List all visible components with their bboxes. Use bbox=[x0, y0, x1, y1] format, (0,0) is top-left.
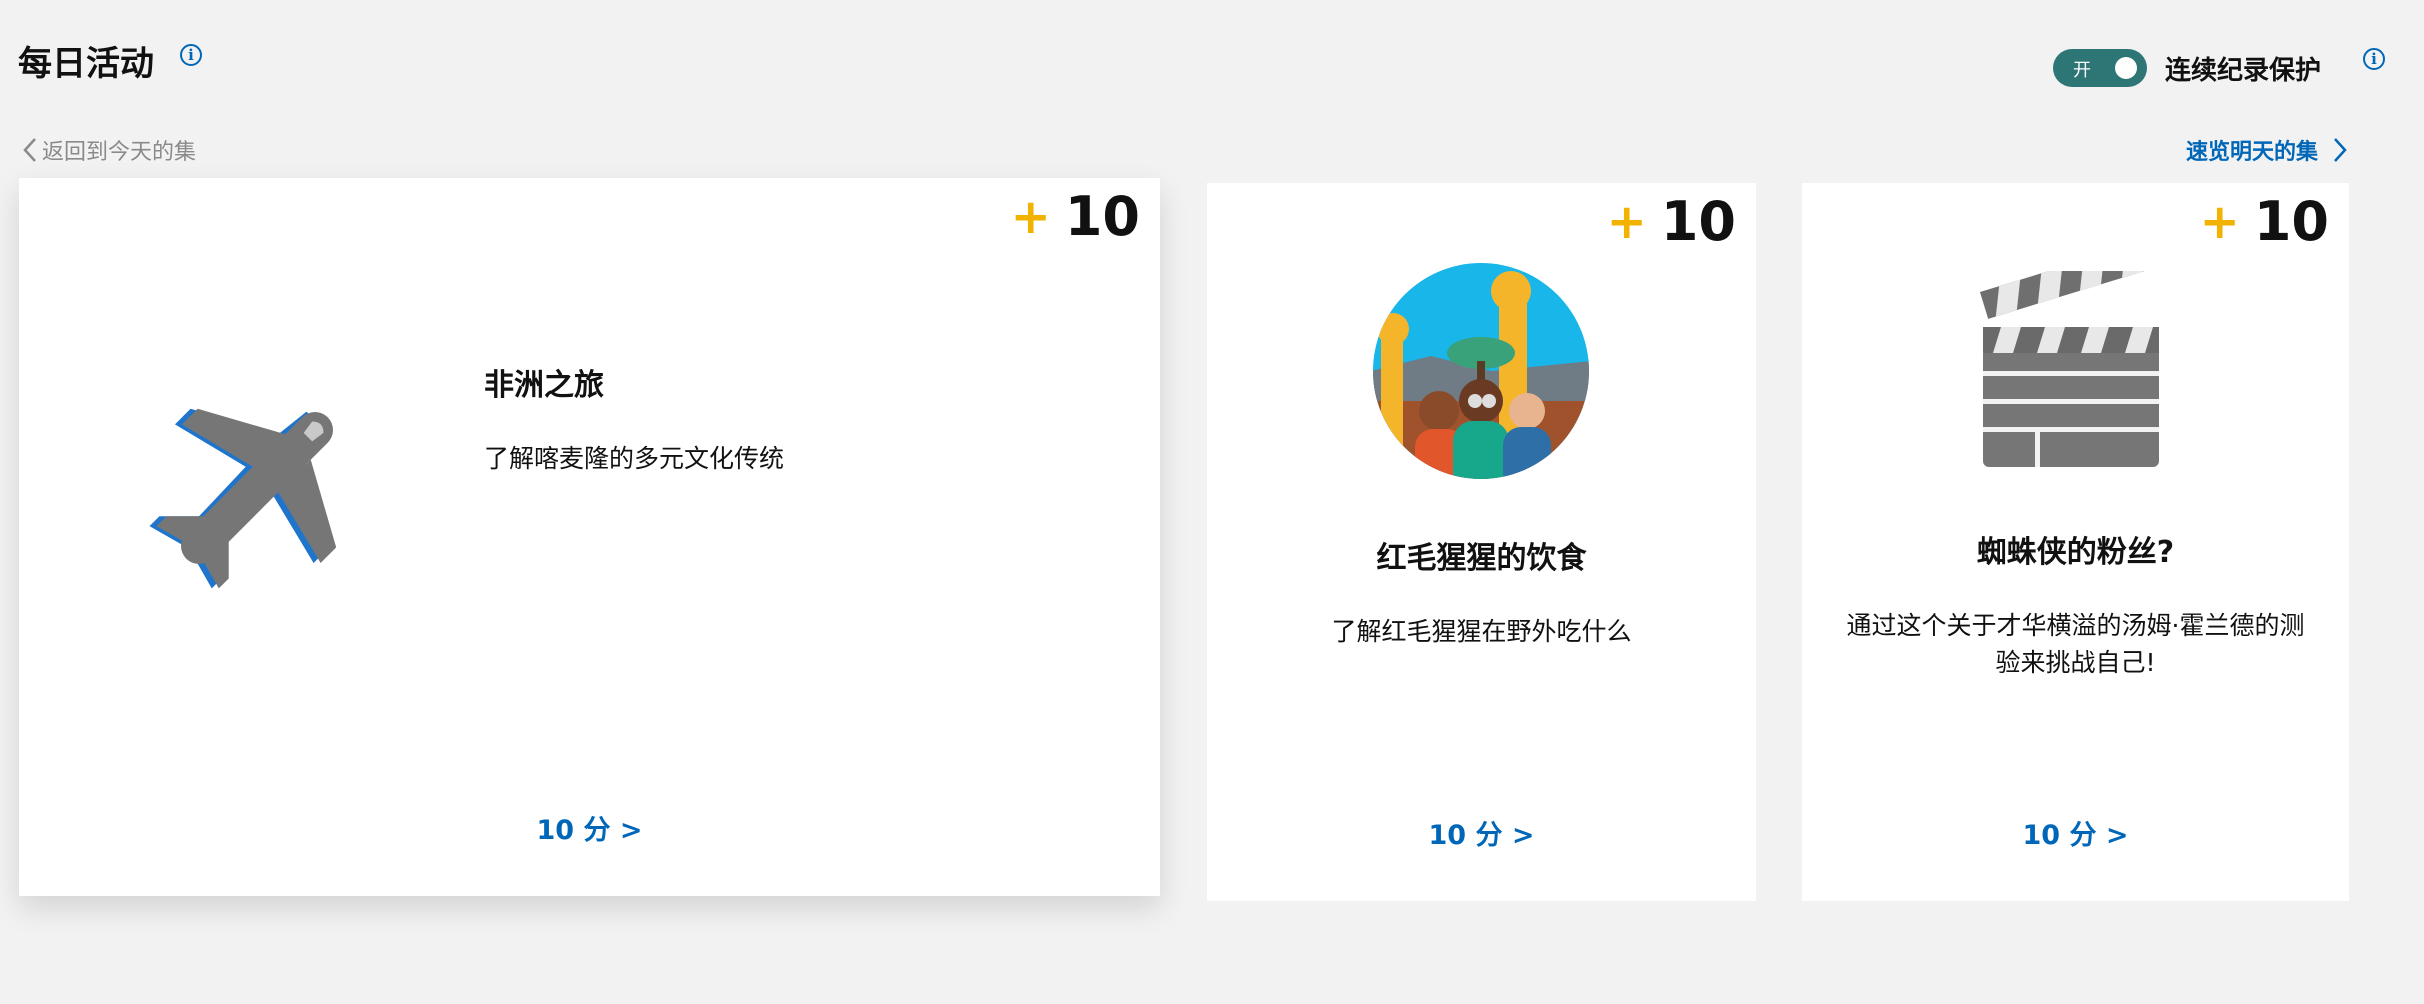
points-value: 10 bbox=[2253, 190, 2329, 253]
toggle-state-label: 开 bbox=[2072, 60, 2091, 81]
forward-link-label: 速览明天的集 bbox=[2185, 140, 2318, 165]
activity-card-orangutan[interactable]: + 10 红毛猩猩的饮食 了解红毛猩猩在野外吃什么 10 分 > bbox=[1207, 183, 1756, 901]
card-points-link[interactable]: 10 分 > bbox=[1207, 813, 1756, 852]
card-description: 了解喀麦隆的多元文化传统 bbox=[484, 444, 785, 473]
streak-info-icon[interactable]: i bbox=[2363, 48, 2385, 70]
streak-label: 连续纪录保护 bbox=[2164, 55, 2321, 86]
plus-icon: + bbox=[1010, 189, 1051, 245]
plus-icon: + bbox=[2199, 194, 2240, 250]
toggle-knob bbox=[2114, 57, 2137, 79]
streak-protection: 开 连续纪录保护 bbox=[2052, 49, 2321, 87]
activity-card-spiderman[interactable]: + 10 蜘蛛侠的粉丝? 通过这个关于才华横溢的汤姆·霍兰德的测验来挑战自己! … bbox=[1802, 183, 2349, 901]
activity-card-africa[interactable]: + 10 非洲之旅 了解喀麦隆的多元文化传统 10 分 > bbox=[19, 178, 1160, 896]
points-badge: + 10 bbox=[1607, 195, 1736, 249]
card-description: 了解红毛猩猩在野外吃什么 bbox=[1331, 617, 1632, 646]
plus-icon: + bbox=[1606, 194, 1647, 250]
card-title: 红毛猩猩的饮食 bbox=[1376, 541, 1587, 576]
card-points-link[interactable]: 10 分 > bbox=[19, 808, 1160, 847]
safari-people-icon bbox=[1373, 263, 1589, 479]
preview-tomorrow-link[interactable]: 速览明天的集 bbox=[2186, 134, 2348, 166]
card-title: 蜘蛛侠的粉丝? bbox=[1976, 535, 2175, 570]
chevron-right-icon bbox=[2334, 138, 2347, 162]
card-description: 通过这个关于才华横溢的汤姆·霍兰德的测验来挑战自己! bbox=[1846, 611, 2305, 677]
points-badge: + 10 bbox=[2200, 195, 2329, 249]
info-icon[interactable]: i bbox=[180, 44, 202, 66]
points-badge: + 10 bbox=[1011, 190, 1140, 244]
back-to-today-link[interactable]: 返回到今天的集 bbox=[22, 134, 196, 166]
back-link-label: 返回到今天的集 bbox=[42, 140, 197, 165]
streak-toggle[interactable]: 开 bbox=[2052, 49, 2147, 87]
card-points-link[interactable]: 10 分 > bbox=[1802, 813, 2349, 852]
page-title: 每日活动 bbox=[18, 44, 154, 84]
chevron-left-icon bbox=[23, 138, 36, 162]
points-value: 10 bbox=[1660, 190, 1736, 253]
points-value: 10 bbox=[1064, 185, 1140, 248]
clapperboard-icon bbox=[1979, 271, 2159, 467]
card-title: 非洲之旅 bbox=[484, 368, 604, 403]
airplane-icon bbox=[149, 408, 337, 589]
